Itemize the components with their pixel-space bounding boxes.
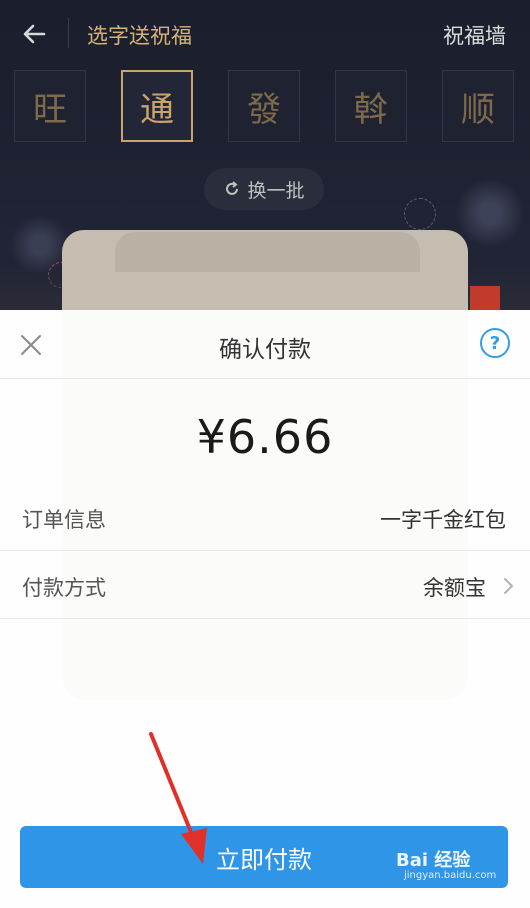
refresh-label: 换一批 xyxy=(247,179,305,202)
page-title: 选字送祝福 xyxy=(87,24,192,48)
firework-decoration xyxy=(404,198,436,230)
refresh-button[interactable]: 换一批 xyxy=(204,168,324,210)
lantern-decoration xyxy=(470,286,500,310)
payment-method-label: 付款方式 xyxy=(22,576,106,600)
blessing-wall-link[interactable]: 祝福墙 xyxy=(443,20,506,50)
firework-decoration xyxy=(455,178,525,248)
sheet-header: 确认付款 ? xyxy=(0,310,530,379)
order-info-label: 订单信息 xyxy=(22,508,106,532)
payment-amount: ¥6.66 xyxy=(196,410,334,464)
payment-sheet: 确认付款 ? ¥6.66 订单信息 一字千金红包 付款方式 余额宝 立即付款 xyxy=(0,310,530,908)
help-icon[interactable]: ? xyxy=(480,328,510,358)
top-bar: 选字送祝福 祝福墙 xyxy=(0,0,530,64)
chevron-right-icon xyxy=(504,578,514,594)
character-card[interactable]: 顺 xyxy=(442,70,514,142)
refresh-icon xyxy=(226,181,239,195)
character-card[interactable]: 發 xyxy=(228,70,300,142)
watermark-url: jingyan.baidu.com xyxy=(404,870,497,881)
arrow-left-icon[interactable] xyxy=(18,18,50,50)
order-info-row: 订单信息 一字千金红包 xyxy=(0,484,530,551)
character-picker: 旺 通 發 斡 顺 xyxy=(14,70,516,144)
payment-method-row[interactable]: 付款方式 余额宝 xyxy=(0,552,530,619)
character-card[interactable]: 斡 xyxy=(335,70,407,142)
watermark: Bai 经验 jingyan.baidu.com xyxy=(396,846,516,886)
sheet-title: 确认付款 xyxy=(219,337,311,363)
divider xyxy=(68,18,69,48)
character-card-selected[interactable]: 通 xyxy=(121,70,193,142)
payment-method-value: 余额宝 xyxy=(423,576,486,600)
red-envelope-card-tab xyxy=(115,232,420,272)
order-info-value: 一字千金红包 xyxy=(380,508,506,532)
watermark-logo: Bai 经验 xyxy=(396,850,471,871)
character-card[interactable]: 旺 xyxy=(14,70,86,142)
